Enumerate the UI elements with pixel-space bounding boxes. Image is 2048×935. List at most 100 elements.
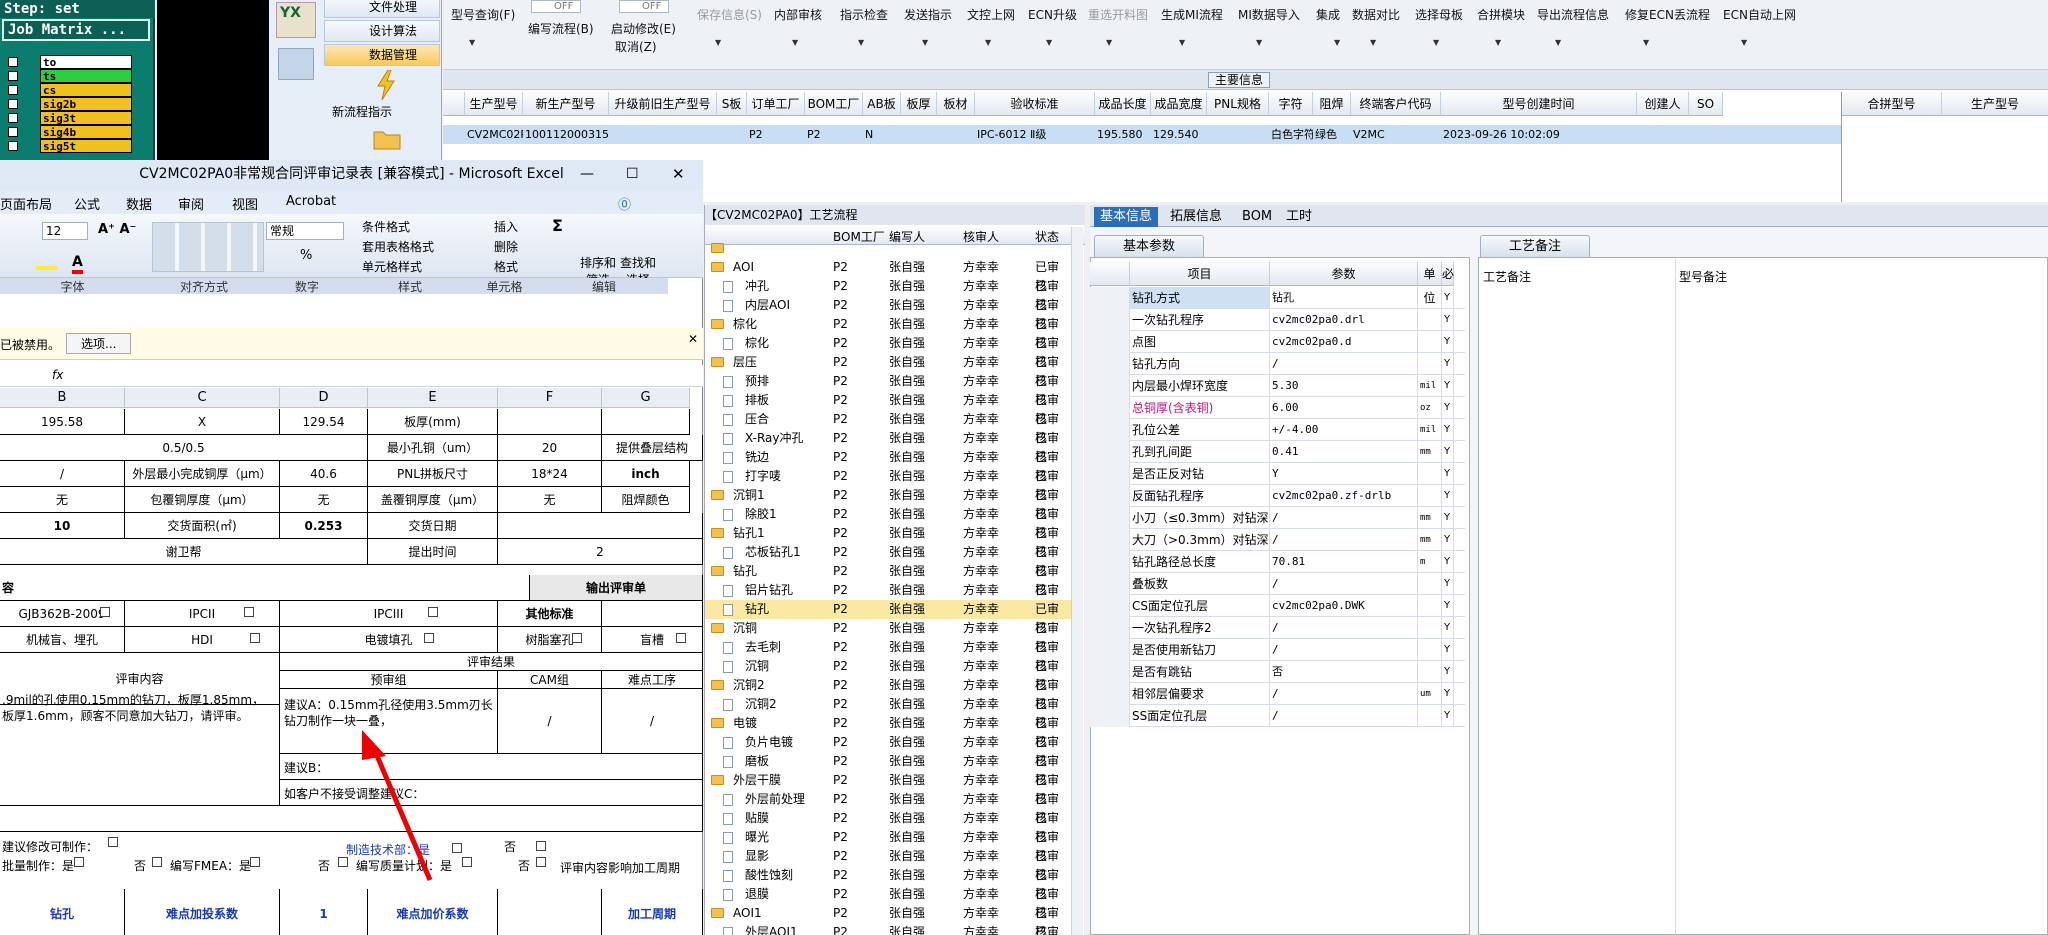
row-selector[interactable] [1090, 331, 1130, 353]
tab-page-layout[interactable]: 页面布局 [0, 194, 52, 213]
sheet-cell[interactable]: 无 [0, 487, 125, 513]
toolbar-item[interactable]: 保存信息(S) [697, 6, 762, 23]
param-row[interactable]: CS面定位孔层 cv2mc02pa0.DWK Y [1090, 595, 1465, 617]
column-header[interactable]: B [0, 388, 125, 408]
sheet-cell[interactable]: 加工周期 [602, 889, 703, 935]
tree-row[interactable]: X-Ray冲孔 P2 张自强 方幸幸 已审核 [705, 429, 1075, 464]
sheet-cell[interactable]: 容 [0, 575, 530, 601]
tree-row[interactable]: 层压 P2 张自强 方幸幸 已审核 [705, 353, 1075, 388]
chevron-down-icon[interactable]: ▼ [985, 38, 991, 47]
tree-row[interactable]: 沉铜 P2 张自强 方幸幸 已审核 [705, 619, 1075, 654]
tree-row[interactable]: 棕化 P2 张自强 方幸幸 已审核 [705, 315, 1075, 350]
param-row[interactable]: SS面定位孔层 / Y [1090, 705, 1465, 727]
sheet-cell[interactable]: 机械盲、埋孔 [0, 627, 125, 653]
param-value[interactable]: / [1270, 639, 1418, 661]
column-header[interactable]: G [602, 388, 690, 408]
chevron-down-icon[interactable]: ▼ [469, 38, 475, 47]
row-selector[interactable] [1090, 419, 1130, 441]
toggle-switch[interactable]: OFF [531, 0, 581, 13]
sheet-cell[interactable]: 2 [498, 539, 703, 565]
sheet-cell[interactable]: / [602, 689, 703, 754]
checkbox-icon[interactable] [100, 607, 110, 617]
toolbar-item[interactable]: 指示检查 [840, 6, 888, 23]
row-selector[interactable] [1090, 353, 1130, 375]
nav-file-processing[interactable]: 文件处理 [324, 0, 440, 18]
param-value[interactable]: 0.41 [1270, 441, 1418, 463]
sheet-cell[interactable]: 最小孔铜（um） [368, 435, 498, 461]
sheet-cell[interactable] [498, 513, 703, 539]
checkbox-icon[interactable] [250, 633, 260, 643]
sheet-cell[interactable]: 电镀填孔 [280, 627, 498, 653]
param-row[interactable]: 一次钻孔程序2/ Y [1090, 617, 1465, 639]
toolbar-item[interactable]: 型号查询(F) [451, 6, 515, 23]
param-value[interactable]: cv2mc02pa0.d [1270, 331, 1418, 353]
sheet-cell[interactable]: 盲槽 [602, 627, 703, 653]
tab-extended-info[interactable]: 拓展信息 [1164, 207, 1228, 227]
sheet-cell[interactable]: 18*24 [498, 461, 602, 487]
sheet-cell[interactable]: 外层最小完成铜厚（μm） [125, 461, 280, 487]
layer-checkbox[interactable] [8, 71, 18, 81]
sheet-cell[interactable]: 其他标准 [498, 601, 602, 627]
folder-icon[interactable] [373, 128, 401, 150]
param-row[interactable]: 反面钻孔程序 cv2mc02pa0.zf-drlb Y [1090, 485, 1465, 507]
layer-checkbox[interactable] [8, 57, 18, 67]
param-row[interactable]: 是否正反对钻 Y Y [1090, 463, 1465, 485]
sheet-cell[interactable]: 难点加投系数 [125, 889, 280, 935]
number-format-select[interactable]: 常规 [266, 222, 344, 240]
sheet-cell[interactable]: 40.6 [280, 461, 368, 487]
insert-button[interactable]: 插入 [494, 218, 518, 235]
tree-row[interactable]: 退膜 P2 张自强 方幸幸 已审核 [705, 885, 1075, 920]
toolbar-item[interactable]: 生成MI流程 [1161, 6, 1223, 23]
param-row[interactable]: 钻孔路径总长度 70.81 m Y [1090, 551, 1465, 573]
tree-row[interactable]: 外层AOI1 P2 张自强 方幸幸 已审核 [705, 923, 1075, 935]
sheet-cell[interactable]: inch [602, 461, 690, 487]
tree-row[interactable]: 铝片钻孔P2张自强方幸幸已审核 [705, 581, 1075, 616]
tree-row[interactable]: 沉铜2 P2 张自强 方幸幸 已审核 [705, 695, 1075, 730]
sheet-cell[interactable]: 195.58 [0, 409, 125, 435]
param-row[interactable]: 是否有跳钻否 Y [1090, 661, 1465, 683]
sheet-cell[interactable] [602, 409, 690, 435]
tree-row[interactable]: 铣边 P2 张自强 方幸幸 已审核 [705, 448, 1075, 483]
row-selector[interactable] [1090, 639, 1130, 661]
font-size-select[interactable]: 12 [42, 222, 88, 240]
close-warning-icon[interactable]: ✕ [688, 332, 698, 346]
process-notes-tab[interactable]: 工艺备注 [1480, 235, 1590, 257]
chevron-down-icon[interactable]: ▼ [1046, 38, 1052, 47]
sheet-cell[interactable]: 谢卫帮 [0, 539, 368, 565]
tree-row[interactable]: 沉铜 P2 张自强 方幸幸 已审核 [705, 657, 1075, 692]
chevron-down-icon[interactable]: ▼ [1106, 38, 1112, 47]
checkbox-icon[interactable] [108, 837, 118, 847]
row-selector[interactable] [1090, 287, 1130, 309]
sheet-cell[interactable]: 输出评审单 [530, 575, 703, 601]
layer-row[interactable]: ts [8, 69, 132, 83]
layer-checkbox[interactable] [8, 113, 18, 123]
toolbar-item[interactable]: 重选开料图 [1088, 6, 1148, 23]
tree-scrollbar[interactable] [1071, 227, 1083, 935]
tree-row[interactable]: 芯板钻孔1 P2 张自强 方幸幸 已审核 [705, 543, 1075, 578]
tree-row[interactable]: 内层AOI P2 张自强 方幸幸 已审核 [705, 296, 1075, 331]
row-selector[interactable] [1090, 529, 1130, 551]
row-selector[interactable] [1090, 463, 1130, 485]
column-header[interactable]: D [280, 388, 368, 408]
sheet-cell[interactable] [498, 889, 602, 935]
param-row[interactable]: 钻孔方向 / Y [1090, 353, 1465, 375]
toolbar-item[interactable]: 内部审核 [774, 6, 822, 23]
tab-bom[interactable]: BOM [1236, 207, 1278, 227]
param-value[interactable]: / [1270, 683, 1418, 705]
tree-row[interactable] [705, 239, 1075, 258]
formula-bar[interactable]: fx [0, 365, 703, 387]
param-value[interactable]: Y [1270, 463, 1418, 485]
toolbar-item[interactable]: 编写流程(B) [528, 20, 594, 37]
sheet-cell[interactable] [602, 601, 703, 627]
sheet-cell[interactable]: CAM组 [498, 671, 602, 689]
chevron-down-icon[interactable]: ▼ [1179, 38, 1185, 47]
chevron-down-icon[interactable]: ▼ [1643, 38, 1649, 47]
tree-row[interactable]: AOI1 P2 张自强 方幸幸 已审核 [705, 904, 1075, 935]
row-selector[interactable] [1090, 375, 1130, 397]
checkbox-icon[interactable] [74, 857, 84, 867]
options-button[interactable]: 选项... [66, 333, 132, 354]
toolbar-item[interactable]: MI数据导入 [1238, 6, 1300, 23]
row-selector[interactable] [1090, 551, 1130, 573]
tree-row[interactable]: 钻孔1 P2 张自强 方幸幸 已审核 [705, 524, 1075, 559]
layer-row[interactable]: cs [8, 83, 132, 97]
